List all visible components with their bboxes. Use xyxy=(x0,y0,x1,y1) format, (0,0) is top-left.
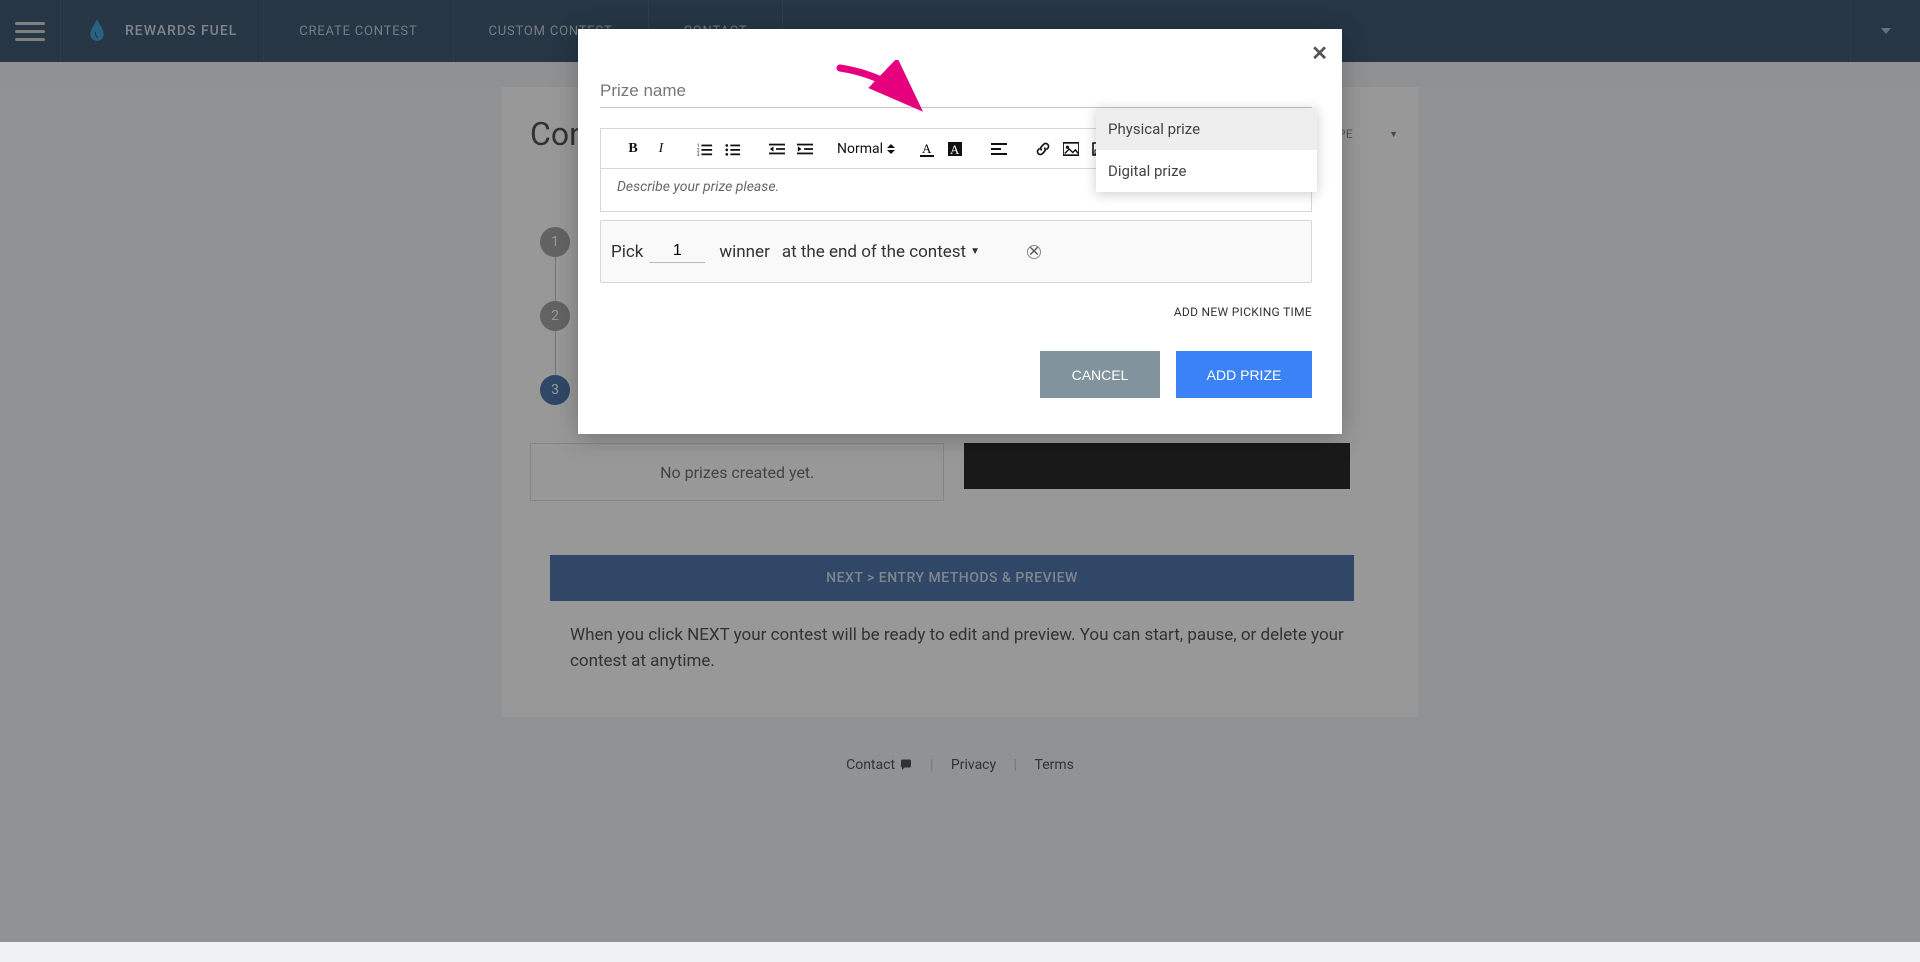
unordered-list-button[interactable] xyxy=(721,137,745,161)
timing-select[interactable]: at the end of the contest ▼ xyxy=(782,242,980,262)
svg-text:3: 3 xyxy=(697,152,700,156)
ordered-list-button[interactable]: 123 xyxy=(693,137,717,161)
modal-overlay[interactable]: ✕ B I 123 xyxy=(0,0,1920,942)
highlight-button[interactable]: A xyxy=(943,137,967,161)
winner-label: winner xyxy=(719,242,769,262)
align-button[interactable] xyxy=(987,137,1011,161)
add-prize-button[interactable]: ADD PRIZE xyxy=(1176,351,1312,398)
dropdown-item-digital[interactable]: Digital prize xyxy=(1096,150,1317,192)
winner-picking-row: Pick winner at the end of the contest ▼ … xyxy=(600,220,1312,283)
bold-button[interactable]: B xyxy=(621,137,645,161)
add-prize-modal: ✕ B I 123 xyxy=(578,29,1342,434)
pick-label: Pick xyxy=(611,242,643,262)
text-color-button[interactable]: A xyxy=(915,137,939,161)
image-button[interactable] xyxy=(1059,137,1083,161)
close-icon[interactable]: ✕ xyxy=(1311,41,1328,65)
prize-name-input[interactable] xyxy=(600,75,1312,108)
remove-picking-time-button[interactable]: ✕ xyxy=(1027,245,1041,259)
text-style-select[interactable]: Normal xyxy=(837,141,895,157)
add-picking-time-link[interactable]: ADD NEW PICKING TIME xyxy=(600,305,1312,319)
svg-text:A: A xyxy=(950,142,960,157)
winner-count-input[interactable] xyxy=(649,240,705,263)
cancel-button[interactable]: CANCEL xyxy=(1040,351,1160,398)
dropdown-item-physical[interactable]: Physical prize xyxy=(1096,108,1317,150)
svg-text:A: A xyxy=(922,141,932,156)
outdent-button[interactable] xyxy=(765,137,789,161)
prize-type-dropdown: Physical prize Digital prize xyxy=(1096,108,1317,192)
link-button[interactable] xyxy=(1031,137,1055,161)
sort-icon xyxy=(887,143,895,155)
indent-button[interactable] xyxy=(793,137,817,161)
italic-button[interactable]: I xyxy=(649,137,673,161)
